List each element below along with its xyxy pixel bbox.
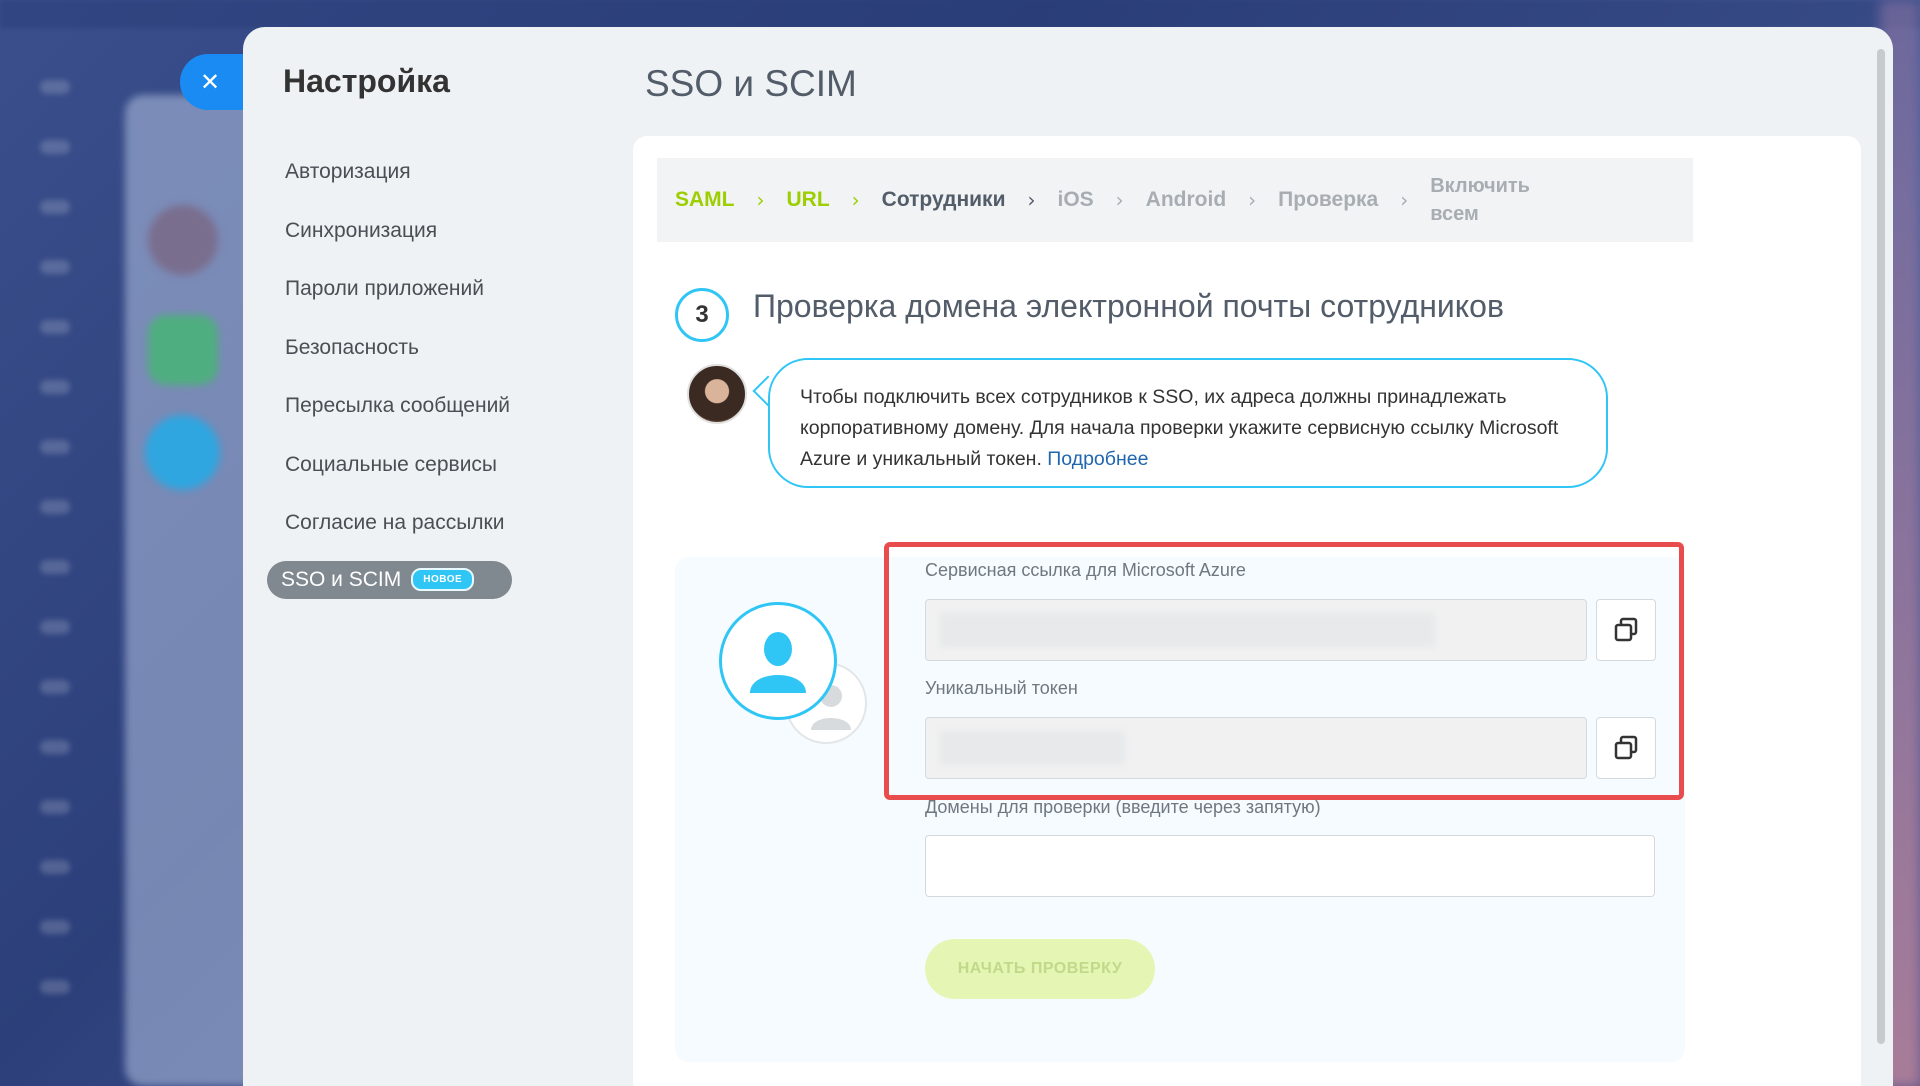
new-badge: НОВОЕ (411, 568, 475, 591)
chevron-right-icon: › (851, 188, 860, 212)
step-enable-all: Включить всем (1430, 175, 1530, 225)
background-avatar (148, 205, 218, 275)
more-link[interactable]: Подробнее (1047, 448, 1148, 470)
chevron-right-icon: › (1248, 188, 1257, 212)
step-number: 3 (675, 288, 729, 342)
copy-icon (1614, 617, 1638, 642)
step-url[interactable]: URL (787, 188, 830, 212)
section-title: Проверка домена электронной почты сотруд… (753, 288, 1504, 324)
sidebar-item-social-services[interactable]: Социальные сервисы (285, 444, 530, 503)
close-button[interactable]: ✕ (180, 54, 250, 110)
step-employees[interactable]: Сотрудники (882, 188, 1006, 212)
sidebar-item-label: SSO и SCIM (281, 567, 402, 591)
scrollbar[interactable] (1877, 49, 1885, 1044)
sidebar-menu: Авторизация Синхронизация Пароли приложе… (267, 151, 530, 599)
chevron-right-icon: › (1400, 188, 1409, 212)
redacted-value (940, 613, 1435, 647)
chevron-right-icon: › (1027, 188, 1036, 212)
sidebar-item-sync[interactable]: Синхронизация (285, 210, 530, 269)
step-check: Проверка (1278, 188, 1379, 211)
domains-input[interactable] (925, 835, 1655, 897)
chevron-right-icon: › (756, 188, 765, 212)
sidebar-item-sso-scim[interactable]: SSO и SCIM НОВОЕ (267, 560, 512, 599)
copy-icon (1614, 735, 1638, 760)
background-circle-icon (145, 415, 220, 490)
copy-azure-link-button[interactable] (1596, 599, 1656, 661)
info-text: Чтобы подключить всех сотрудников к SSO,… (800, 386, 1559, 470)
close-icon: ✕ (200, 68, 221, 96)
copy-token-button[interactable] (1596, 717, 1656, 779)
sidebar-item-mailing-consent[interactable]: Согласие на рассылки (285, 502, 530, 561)
sidebar-item-message-forwarding[interactable]: Пересылка сообщений (285, 385, 530, 444)
assistant-avatar (687, 364, 747, 424)
step-android: Android (1145, 188, 1227, 211)
chevron-right-icon: › (1115, 188, 1124, 212)
step-ios: iOS (1057, 188, 1094, 211)
page-title: SSO и SCIM (645, 63, 857, 104)
background-rail (20, 60, 90, 1060)
token-label: Уникальный токен (925, 678, 1078, 698)
redacted-value (940, 731, 1125, 765)
info-bubble: Чтобы подключить всех сотрудников к SSO,… (768, 358, 1608, 488)
step-breadcrumb: SAML › URL › Сотрудники › iOS › Android … (657, 158, 1693, 242)
sidebar-item-security[interactable]: Безопасность (285, 327, 530, 386)
background-topbar (0, 0, 1920, 28)
sidebar-title: Настройка (283, 63, 450, 99)
background-chat-icon (148, 315, 218, 385)
sidebar-item-app-passwords[interactable]: Пароли приложений (285, 268, 530, 327)
azure-link-label: Сервисная ссылка для Microsoft Azure (925, 560, 1246, 580)
start-check-button[interactable]: НАЧАТЬ ПРОВЕРКУ (925, 939, 1155, 999)
sidebar-item-authorization[interactable]: Авторизация (285, 151, 530, 210)
step-saml[interactable]: SAML (675, 188, 735, 212)
domains-label: Домены для проверки (введите через запят… (925, 797, 1321, 817)
user-icon (719, 602, 837, 720)
